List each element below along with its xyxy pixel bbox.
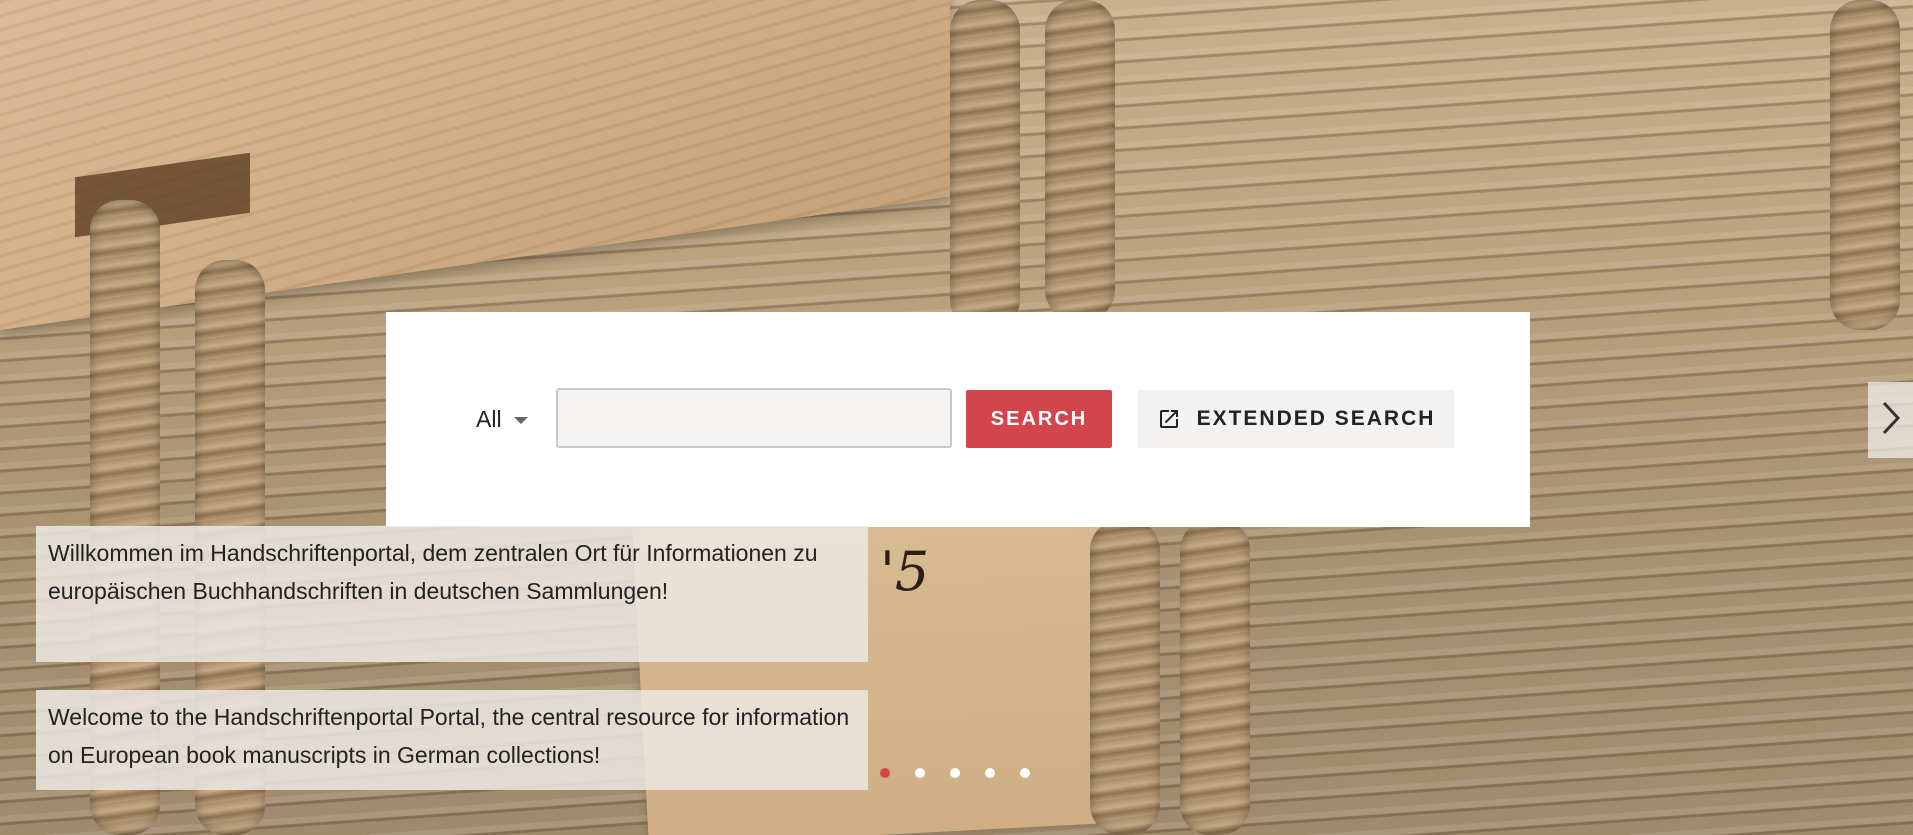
chevron-right-icon	[1881, 401, 1901, 440]
search-input[interactable]	[556, 388, 952, 448]
open-in-new-icon	[1157, 407, 1181, 431]
extended-search-label: EXTENDED SEARCH	[1196, 407, 1436, 430]
hero-cord	[1830, 0, 1900, 330]
carousel-dot[interactable]	[880, 768, 890, 778]
search-scope-label: All	[476, 405, 502, 432]
carousel-indicators	[880, 768, 1030, 778]
welcome-text-english: Welcome to the Handschriftenportal Porta…	[36, 690, 868, 790]
hero-cord	[1180, 520, 1250, 835]
hero-cord	[1045, 0, 1115, 320]
hero-handwritten-mark: '5	[880, 540, 930, 603]
search-scope-dropdown[interactable]: All	[476, 404, 528, 434]
search-panel: All SEARCH EXTENDED SEARCH	[386, 312, 1530, 527]
hero-cord	[950, 0, 1020, 330]
search-button[interactable]: SEARCH	[966, 390, 1112, 448]
extended-search-button[interactable]: EXTENDED SEARCH	[1138, 390, 1454, 448]
carousel-dot[interactable]	[1020, 768, 1030, 778]
carousel-dot[interactable]	[950, 768, 960, 778]
carousel-dot[interactable]	[915, 768, 925, 778]
hero-cord	[1090, 520, 1160, 835]
caret-down-icon	[513, 416, 528, 424]
carousel-next-button[interactable]	[1868, 382, 1913, 458]
welcome-text-german: Willkommen im Handschriftenportal, dem z…	[36, 526, 868, 662]
carousel-dot[interactable]	[985, 768, 995, 778]
